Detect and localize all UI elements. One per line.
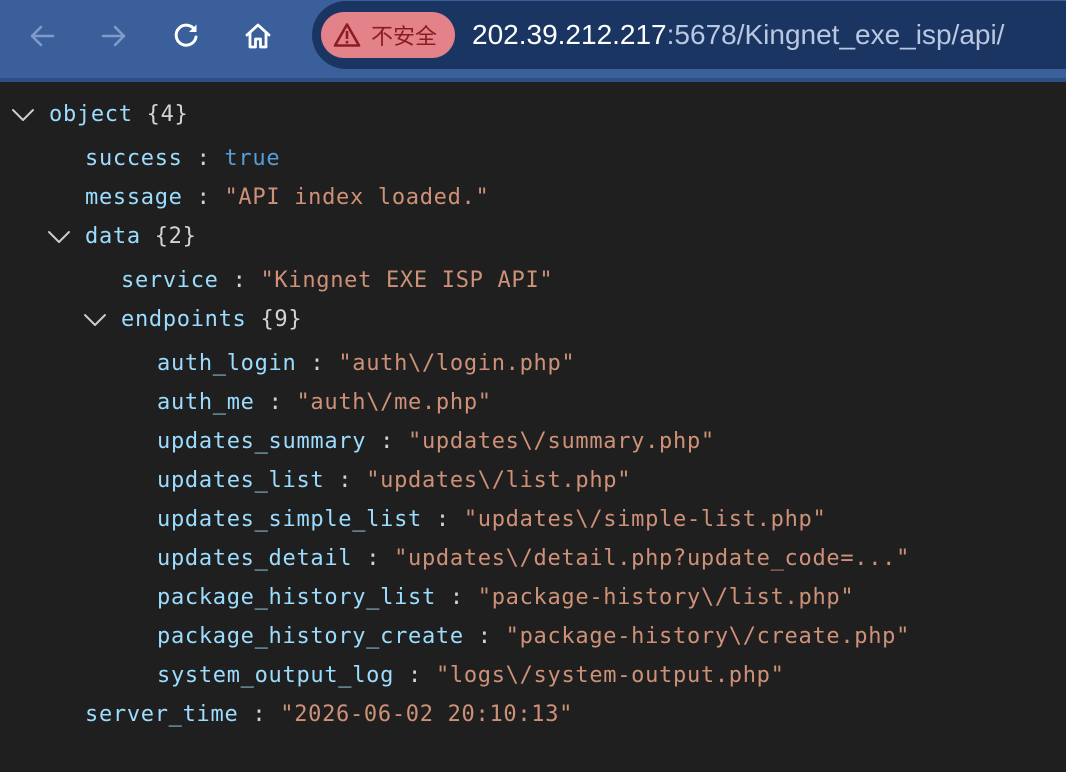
json-count: {9} — [260, 307, 303, 332]
url-path: :5678/Kingnet_exe_isp/api/ — [666, 19, 1005, 50]
json-endpoints-row: endpoints {9} — [121, 306, 302, 334]
json-value-string: "2026-06-02 20:10:13" — [280, 702, 574, 727]
json-value-boolean: true — [224, 146, 281, 171]
json-value-string: "updates\/detail.php?update_code=..." — [394, 546, 911, 571]
json-root-count: {4} — [146, 102, 189, 127]
json-separator: : — [196, 146, 211, 171]
json-value-string: "auth\/me.php" — [296, 390, 492, 415]
json-data-row: data {2} — [85, 223, 197, 251]
forward-button[interactable] — [92, 14, 136, 58]
json-key: endpoints — [121, 307, 247, 332]
json-separator: : — [310, 351, 325, 376]
json-viewer: object {4} success : true message : "API… — [0, 82, 1066, 772]
json-separator: : — [380, 429, 395, 454]
json-server-time-row: server_time : "2026-06-02 20:10:13" — [85, 701, 573, 729]
json-separator: : — [252, 702, 267, 727]
home-button[interactable] — [236, 14, 280, 58]
json-key: auth_me — [157, 390, 255, 415]
json-separator: : — [196, 185, 211, 210]
json-root-row: object {4} — [49, 101, 188, 129]
json-endpoint-row: updates_simple_list : "updates\/simple-l… — [157, 506, 826, 534]
json-key: updates_simple_list — [157, 507, 422, 532]
json-separator: : — [268, 390, 283, 415]
json-key: success — [85, 146, 183, 171]
chevron-down-icon — [84, 314, 106, 326]
json-value-string: "package-history\/create.php" — [505, 624, 911, 649]
chevron-down-icon — [48, 231, 70, 243]
json-key: data — [85, 224, 141, 249]
json-key: service — [121, 268, 219, 293]
json-value-string: "package-history\/list.php" — [477, 585, 855, 610]
home-icon — [245, 23, 271, 49]
collapse-root-toggle[interactable] — [10, 101, 36, 129]
json-separator: : — [338, 468, 353, 493]
reload-icon — [174, 23, 198, 47]
browser-toolbar: 不安全 202.39.212.217:5678/Kingnet_exe_isp/… — [0, 0, 1066, 82]
json-value-string: "API index loaded." — [224, 185, 490, 210]
json-endpoint-row: updates_list : "updates\/list.php" — [157, 467, 631, 495]
json-separator: : — [366, 546, 381, 571]
json-separator: : — [435, 507, 450, 532]
json-success-row: success : true — [85, 145, 280, 173]
json-endpoint-row: updates_detail : "updates\/detail.php?up… — [157, 545, 910, 573]
json-value-string: "auth\/login.php" — [338, 351, 576, 376]
json-count: {2} — [154, 224, 197, 249]
json-value-string: "logs\/system-output.php" — [435, 663, 785, 688]
reload-button[interactable] — [164, 14, 208, 58]
json-endpoint-row: auth_me : "auth\/me.php" — [157, 389, 492, 417]
json-key: system_output_log — [157, 663, 395, 688]
collapse-data-toggle[interactable] — [46, 223, 72, 251]
collapse-endpoints-toggle[interactable] — [82, 306, 108, 334]
security-label: 不安全 — [371, 25, 438, 50]
json-endpoint-row: package_history_list : "package-history\… — [157, 584, 854, 612]
json-service-row: service : "Kingnet EXE ISP API" — [121, 267, 553, 295]
json-key: server_time — [85, 702, 239, 727]
json-value-string: "updates\/simple-list.php" — [463, 507, 827, 532]
json-separator: : — [408, 663, 422, 688]
json-endpoint-row: system_output_log : "logs\/system-output… — [157, 662, 785, 690]
json-key: updates_summary — [157, 429, 367, 454]
json-value-string: "updates\/list.php" — [366, 468, 632, 493]
json-key: updates_list — [157, 468, 325, 493]
address-bar[interactable]: 不安全 202.39.212.217:5678/Kingnet_exe_isp/… — [312, 1, 1066, 69]
json-separator: : — [449, 585, 464, 610]
json-key: package_history_create — [157, 624, 464, 649]
json-key: updates_detail — [157, 546, 353, 571]
json-separator: : — [477, 624, 492, 649]
back-button[interactable] — [20, 14, 64, 58]
json-value-string: "updates\/summary.php" — [408, 429, 715, 454]
chevron-down-icon — [12, 109, 34, 121]
json-endpoint-row: package_history_create : "package-histor… — [157, 623, 910, 651]
json-root-label: object — [49, 102, 133, 127]
arrow-left-icon — [30, 25, 55, 47]
json-value-string: "Kingnet EXE ISP API" — [260, 268, 554, 293]
json-key: package_history_list — [157, 585, 436, 610]
json-endpoint-row: auth_login : "auth\/login.php" — [157, 350, 575, 378]
json-key: message — [85, 185, 183, 210]
url-text[interactable]: 202.39.212.217:5678/Kingnet_exe_isp/api/ — [472, 17, 1004, 53]
json-key: auth_login — [157, 351, 297, 376]
json-endpoint-row: updates_summary : "updates\/summary.php" — [157, 428, 715, 456]
arrow-right-icon — [101, 25, 126, 47]
security-chip[interactable]: 不安全 — [321, 12, 456, 58]
json-separator: : — [232, 268, 247, 293]
json-message-row: message : "API index loaded." — [85, 184, 489, 212]
warning-triangle-icon — [333, 23, 361, 47]
url-host: 202.39.212.217 — [472, 19, 667, 50]
